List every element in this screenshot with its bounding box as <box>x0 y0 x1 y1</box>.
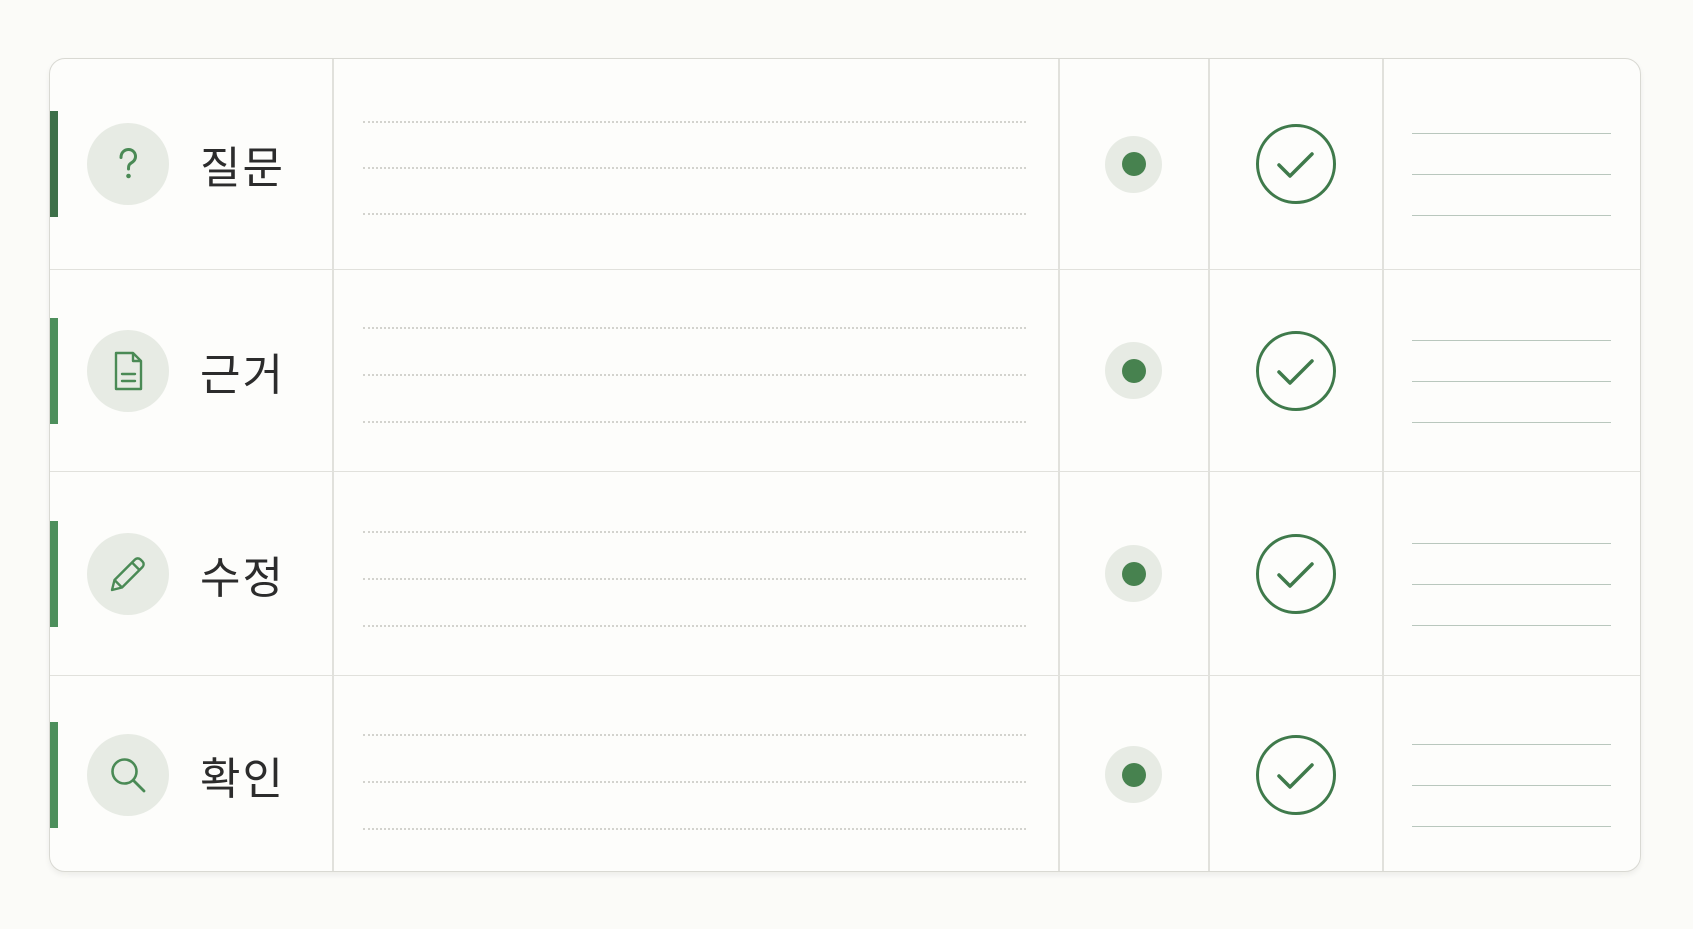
content-cell <box>333 676 1058 871</box>
status-indicator <box>1105 342 1162 399</box>
status-indicator <box>1105 746 1162 803</box>
table-row: 확인 <box>50 675 1640 871</box>
status-indicator <box>1105 135 1162 193</box>
status-cell <box>1059 59 1208 269</box>
status-cell <box>1059 676 1208 871</box>
note-line <box>1412 133 1611 134</box>
status-cell <box>1059 270 1208 471</box>
row-label: 근거 <box>200 349 285 401</box>
placeholder-line <box>363 121 1026 123</box>
placeholder-line <box>363 828 1026 830</box>
placeholder-line <box>363 531 1026 533</box>
content-cell <box>333 59 1058 269</box>
row-label-cell: 근거 <box>50 270 332 471</box>
note-line <box>1412 422 1611 423</box>
placeholder-line <box>363 327 1026 329</box>
table-row: 질문 <box>50 59 1640 269</box>
note-line <box>1412 543 1611 544</box>
placeholder-line <box>363 578 1026 580</box>
placeholder-line <box>363 213 1026 215</box>
check-circle-icon[interactable] <box>1255 533 1337 615</box>
check-circle-icon[interactable] <box>1255 123 1337 205</box>
placeholder-line <box>363 374 1026 376</box>
content-cell <box>333 472 1058 675</box>
checklist-card: 질문 근거 수정 확인 <box>49 58 1641 872</box>
row-label-cell: 수정 <box>50 472 332 675</box>
check-circle-icon[interactable] <box>1255 330 1337 412</box>
row-label: 확인 <box>200 753 285 805</box>
status-cell <box>1059 472 1208 675</box>
notes-cell <box>1383 472 1640 675</box>
placeholder-line <box>363 421 1026 423</box>
row-label: 수정 <box>200 552 285 604</box>
check-cell <box>1209 270 1382 471</box>
table-row: 수정 <box>50 471 1640 675</box>
note-line <box>1412 174 1611 175</box>
table-row: 근거 <box>50 269 1640 471</box>
status-indicator <box>1105 545 1162 602</box>
note-line <box>1412 744 1611 745</box>
note-line <box>1412 785 1611 786</box>
note-line <box>1412 826 1611 827</box>
placeholder-line <box>363 781 1026 783</box>
check-cell <box>1209 676 1382 871</box>
note-line <box>1412 215 1611 216</box>
note-line <box>1412 381 1611 382</box>
notes-cell <box>1383 270 1640 471</box>
row-label-cell: 확인 <box>50 676 332 871</box>
placeholder-line <box>363 625 1026 627</box>
row-label: 질문 <box>200 143 285 194</box>
notes-cell <box>1383 676 1640 871</box>
pencil-icon <box>87 532 169 615</box>
magnifier-icon <box>87 733 169 816</box>
row-label-cell: 질문 <box>50 59 332 269</box>
question-mark-icon <box>87 123 169 205</box>
document-icon <box>87 329 169 412</box>
content-cell <box>333 270 1058 471</box>
note-line <box>1412 340 1611 341</box>
check-cell <box>1209 472 1382 675</box>
note-line <box>1412 625 1611 626</box>
placeholder-line <box>363 734 1026 736</box>
check-cell <box>1209 59 1382 269</box>
notes-cell <box>1383 59 1640 269</box>
check-circle-icon[interactable] <box>1255 734 1337 816</box>
placeholder-line <box>363 167 1026 169</box>
note-line <box>1412 584 1611 585</box>
